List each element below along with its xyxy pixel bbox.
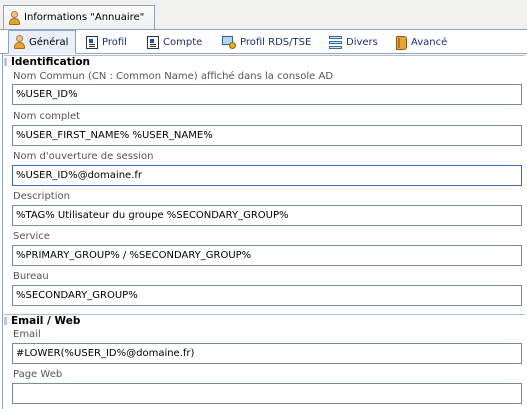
description-field[interactable]: %TAG% Utilisateur du groupe %SECONDARY_G…: [12, 205, 522, 226]
logon-name-field[interactable]: %USER_ID%@domaine.fr: [12, 165, 522, 186]
tab-avance-label: Avancé: [411, 37, 448, 48]
card-icon: [147, 36, 159, 49]
office-label: Bureau: [13, 271, 49, 282]
logon-name-label: Nom d'ouverture de session: [13, 151, 154, 162]
tab-profil-rds-tse[interactable]: Profil RDS/TSE: [218, 32, 311, 53]
common-name-label: Nom Commun (CN : Common Name) affiché da…: [13, 71, 334, 82]
book-icon: [396, 35, 407, 50]
section-identification: Identification: [4, 55, 525, 68]
tab-profil-rds-tse-label: Profil RDS/TSE: [240, 37, 312, 48]
section-email-web: Email / Web: [4, 314, 525, 327]
service-label: Service: [13, 231, 50, 242]
tab-profil-label: Profil: [102, 37, 127, 48]
window-tab-title: Informations "Annuaire": [24, 12, 145, 23]
tab-general[interactable]: Général: [8, 30, 76, 54]
window-tab[interactable]: Informations "Annuaire": [3, 5, 155, 29]
tab-profil[interactable]: Profil: [82, 32, 127, 53]
description-label: Description: [13, 191, 70, 202]
web-page-field[interactable]: [12, 383, 522, 404]
common-name-field[interactable]: %USER_ID%: [12, 84, 522, 105]
tab-compte[interactable]: Compte: [143, 32, 202, 53]
tab-divers-label: Divers: [346, 37, 378, 48]
user-icon: [8, 10, 20, 25]
tab-avance[interactable]: Avancé: [392, 32, 447, 53]
full-name-label: Nom complet: [13, 111, 81, 122]
service-field[interactable]: %PRIMARY_GROUP% / %SECONDARY_GROUP%: [12, 245, 522, 266]
list-icon: [329, 36, 342, 49]
tab-compte-label: Compte: [163, 37, 203, 48]
user-icon: [13, 35, 25, 49]
remote-desktop-icon: [222, 36, 236, 49]
full-name-field[interactable]: %USER_FIRST_NAME% %USER_NAME%: [12, 125, 522, 146]
web-page-label: Page Web: [13, 369, 63, 380]
card-icon: [86, 36, 98, 49]
email-label: Email: [13, 329, 41, 340]
email-field[interactable]: #LOWER(%USER_ID%@domaine.fr): [12, 343, 522, 364]
office-field[interactable]: %SECONDARY_GROUP%: [12, 285, 522, 306]
tab-divers[interactable]: Divers: [325, 32, 378, 53]
tab-general-label: Général: [29, 36, 69, 48]
